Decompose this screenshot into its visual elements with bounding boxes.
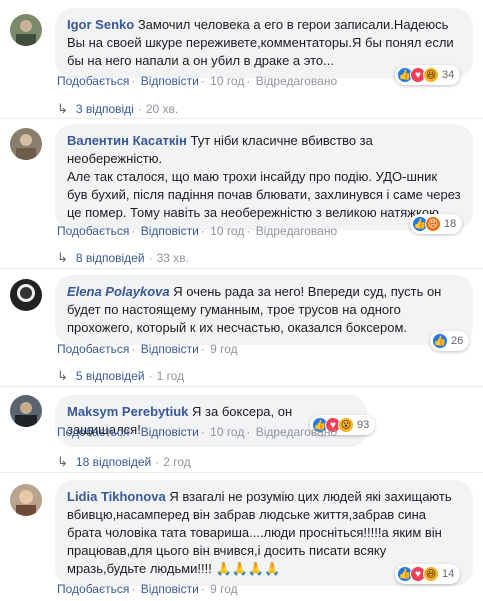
comment-time[interactable]: 10 год (210, 425, 244, 439)
comment-author[interactable]: Maksym Perebytiuk (67, 404, 188, 419)
reply-arrow-icon: ↳ (57, 250, 68, 265)
reply-arrow-icon: ↳ (57, 368, 68, 383)
view-replies[interactable]: ↳ 18 відповідей · 2 год (57, 454, 191, 470)
angry-icon: 😠 (425, 216, 441, 232)
replies-time: 33 хв. (156, 251, 189, 265)
edited-label[interactable]: Відредаговано (256, 224, 337, 238)
like-link[interactable]: Подобається (57, 74, 129, 88)
haha-icon: 😆 (423, 67, 439, 83)
reaction-count: 93 (357, 419, 370, 431)
reply-link[interactable]: Відповісти (141, 342, 199, 356)
reaction-count: 18 (444, 218, 457, 230)
like-link[interactable]: Подобається (57, 582, 129, 596)
wow-icon: 😮 (338, 417, 354, 433)
reply-link[interactable]: Відповісти (141, 425, 199, 439)
comment-time[interactable]: 9 год (210, 342, 238, 356)
divider (0, 472, 483, 473)
reply-arrow-icon: ↳ (57, 454, 68, 469)
replies-count[interactable]: 5 відповідей (76, 369, 145, 383)
comment-actions: Подобається · Відповісти · 10 год · Відреда… (57, 74, 338, 88)
reply-arrow-icon: ↳ (57, 101, 68, 116)
comment-author[interactable]: Валентин Касаткін (67, 133, 187, 148)
divider (0, 268, 483, 269)
like-link[interactable]: Подобається (57, 224, 129, 238)
reply-link[interactable]: Відповісти (141, 224, 199, 238)
avatar[interactable] (10, 14, 42, 46)
reaction-count: 34 (442, 69, 455, 81)
comment-actions: Подобається · Відповісти · 9 год (57, 582, 238, 596)
reply-link[interactable]: Відповісти (141, 582, 199, 596)
reply-link[interactable]: Відповісти (141, 74, 199, 88)
replies-time: 20 хв. (145, 102, 179, 116)
comment-author[interactable]: Elena Polaykova (67, 284, 170, 299)
avatar[interactable] (10, 128, 42, 160)
comment-time[interactable]: 9 год (210, 582, 238, 596)
divider (0, 118, 483, 119)
replies-time: 1 год (156, 369, 185, 383)
comment-time[interactable]: 10 год (210, 74, 244, 88)
replies-time: 2 год (163, 455, 191, 469)
comment-actions: Подобається · Відповісти · 9 год (57, 342, 238, 356)
comment-actions: Подобається · Відповісти · 10 год · Відреда… (57, 224, 338, 238)
like-icon: 👍 (432, 333, 448, 349)
avatar[interactable] (10, 279, 42, 311)
haha-icon: 😆 (423, 566, 439, 582)
reaction-summary[interactable]: 👍 26 (430, 331, 470, 351)
comment-actions: Подобається · Відповісти · 10 год · Відреда… (57, 425, 338, 439)
avatar[interactable] (10, 484, 42, 516)
comment-author[interactable]: Lidia Tikhonova (67, 489, 166, 504)
reaction-summary[interactable]: 👍 ♥ 😆 14 (395, 564, 461, 584)
reaction-summary[interactable]: 👍 😠 18 (410, 214, 463, 234)
view-replies[interactable]: ↳ 5 відповідей · 1 год (57, 368, 184, 384)
divider (0, 386, 483, 387)
like-link[interactable]: Подобається (57, 425, 129, 439)
replies-count[interactable]: 3 відповіді (76, 102, 134, 116)
edited-label[interactable]: Відредаговано (256, 425, 337, 439)
comment-time[interactable]: 10 год (210, 224, 244, 238)
comment-bubble: Elena Polaykova Я очень рада за него! Вп… (55, 275, 473, 345)
replies-count[interactable]: 18 відповідей (76, 455, 151, 469)
reaction-summary[interactable]: 👍 ♥ 😆 34 (395, 65, 461, 85)
like-link[interactable]: Подобається (57, 342, 129, 356)
edited-label[interactable]: Відредаговано (256, 74, 337, 88)
reaction-count: 14 (442, 568, 455, 580)
view-replies[interactable]: ↳ 3 відповіді · 20 хв. (57, 101, 178, 117)
view-replies[interactable]: ↳ 8 відповідей · 33 хв. (57, 250, 189, 266)
comment-author[interactable]: Igor Senko (67, 17, 134, 32)
replies-count[interactable]: 8 відповідей (76, 251, 145, 265)
comment-bubble: Валентин Касаткін Тут ніби класичне вбив… (55, 124, 473, 230)
reaction-count: 26 (451, 335, 464, 347)
avatar[interactable] (10, 395, 42, 427)
